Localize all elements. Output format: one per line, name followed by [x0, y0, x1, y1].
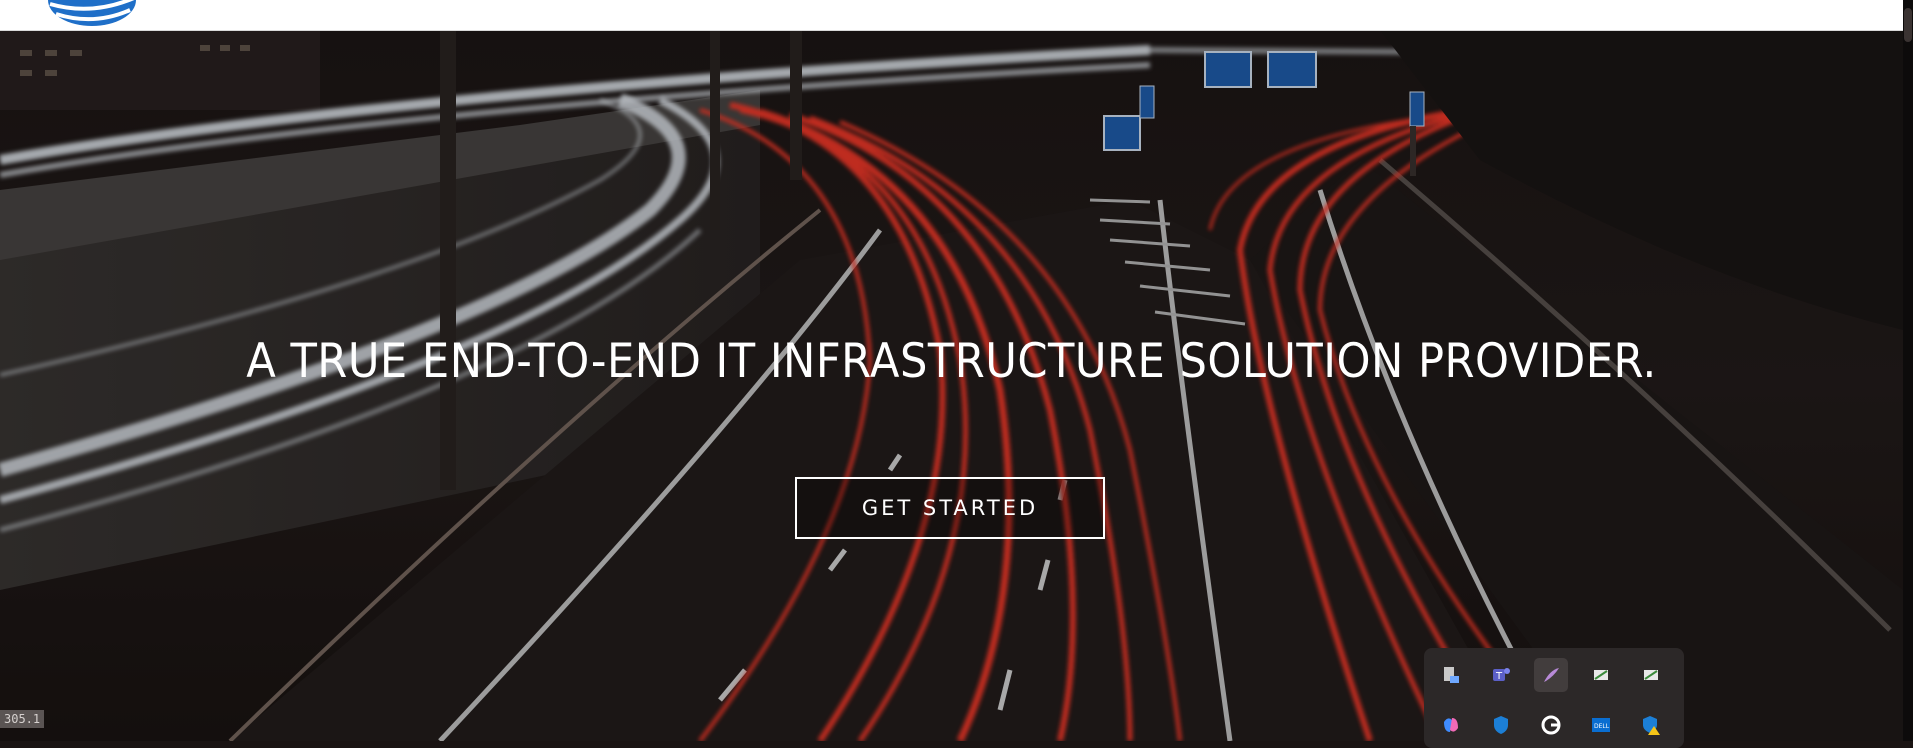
hero-headline: A TRUE END-TO-END IT INFRASTRUCTURE SOLU… — [246, 334, 1657, 389]
coordinate-readout: 305.1 — [0, 710, 45, 728]
security-warning-icon[interactable] — [1634, 708, 1668, 742]
teams-icon[interactable]: T — [1484, 658, 1518, 692]
windows-security-icon[interactable] — [1484, 708, 1518, 742]
svg-text:DELL: DELL — [1594, 723, 1610, 730]
company-logo[interactable] — [42, 0, 142, 28]
snipping-tool-icon[interactable] — [1584, 658, 1618, 692]
site-header — [0, 0, 1903, 31]
get-started-button[interactable]: GET STARTED — [795, 477, 1105, 539]
copilot-icon[interactable] — [1434, 708, 1468, 742]
device-manager-icon[interactable] — [1434, 658, 1468, 692]
grammarly-icon[interactable] — [1534, 708, 1568, 742]
system-tray-overflow: T DELL — [1424, 648, 1684, 748]
snipping-tool-2-icon[interactable] — [1634, 658, 1668, 692]
dell-icon[interactable]: DELL — [1584, 708, 1618, 742]
scrollbar-thumb[interactable] — [1904, 8, 1912, 42]
page-scrollbar[interactable] — [1903, 0, 1913, 741]
hero-section: A TRUE END-TO-END IT INFRASTRUCTURE SOLU… — [0, 30, 1903, 741]
svg-text:T: T — [1495, 671, 1503, 682]
feather-pen-icon[interactable] — [1534, 658, 1568, 692]
